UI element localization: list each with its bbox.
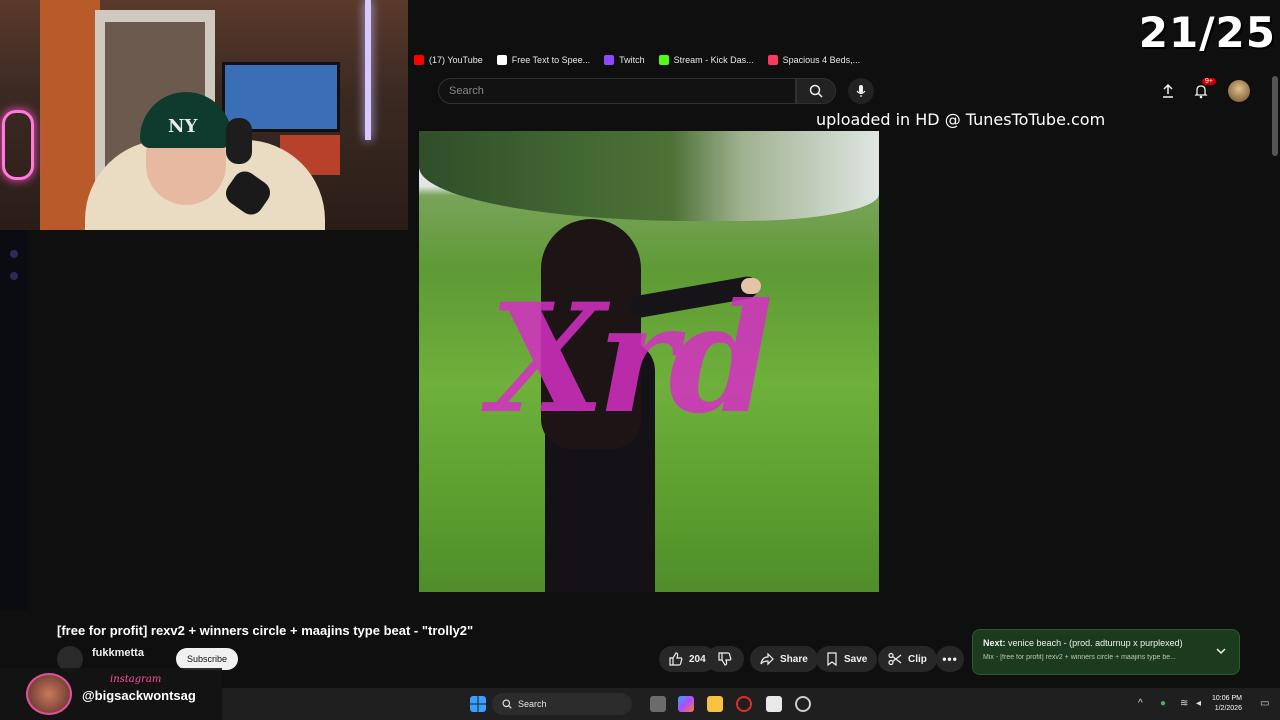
channel-name[interactable]: fukkmetta [92,647,144,659]
video-player[interactable]: Xrd [419,131,879,592]
task-view-icon[interactable] [650,696,666,712]
windows-taskbar: Search ^ ● ≋ ◂ 10:06 PM 1/2/2026 ▭ [222,688,1280,720]
clip-label: Clip [908,653,927,665]
clock-time: 10:06 PM [1212,695,1242,702]
share-button[interactable]: Share [750,646,818,672]
share-icon [760,652,774,666]
bell-icon [1194,85,1208,99]
up-next-prefix: Next: [983,638,1006,648]
page-icon [496,55,507,65]
like-count: 204 [689,653,706,665]
up-next-card[interactable]: Next: venice beach - (prod. adturnup x p… [972,629,1240,675]
bookmark-twitch[interactable]: Twitch [604,55,645,65]
dislike-button[interactable] [706,646,744,672]
search-placeholder: Search [449,85,484,97]
bookmark-airbnb[interactable]: Spacious 4 Beds,... [767,55,861,65]
up-next-title-row: Next: venice beach - (prod. adturnup x p… [983,638,1229,648]
thumbs-up-icon [669,652,683,666]
bookmark-label: Spacious 4 Beds,... [782,55,861,65]
search-icon [502,699,512,709]
instagram-overlay: instagram @bigsackwontsag [0,668,222,720]
bookmark-youtube[interactable]: (17) YouTube [414,55,483,65]
save-label: Save [844,653,868,665]
more-actions-button[interactable]: ••• [936,646,964,672]
cover-art-text: Xrd [489,271,773,447]
taskbar-search-label: Search [518,699,547,709]
clip-button[interactable]: Clip [878,646,937,672]
instagram-handle: @bigsackwontsag [82,688,196,703]
microphone-icon[interactable]: ● [1160,698,1166,709]
webcam-headset [226,118,252,164]
video-title: [free for profit] rexv2 + winners circle… [57,623,474,638]
youtube-icon [414,55,424,65]
store-icon[interactable] [766,696,782,712]
youtube-header: Search 9+ [408,72,1280,110]
notifications-button[interactable]: 9+ [1190,78,1216,102]
instagram-avatar [26,673,72,715]
page-scrollbar[interactable] [1272,76,1278,156]
up-next-title: venice beach - (prod. adturnup x purplex… [1008,638,1183,648]
bookmark-text-to-speech[interactable]: Free Text to Spee... [496,55,591,65]
video-watermark: uploaded in HD @ TunesToTube.com [816,110,1106,129]
chevron-down-icon[interactable] [1215,646,1227,656]
search-button[interactable] [796,78,836,104]
bookmark-kick[interactable]: Stream - Kick Das... [658,55,754,65]
webcam-overlay: NY [0,0,408,230]
more-horizontal-icon: ••• [942,652,958,666]
up-next-subtitle: Mix - [free for profit] rexv2 + winners … [983,654,1176,661]
wifi-icon[interactable]: ≋ [1180,698,1188,709]
subscribe-button[interactable]: Subscribe [176,648,238,670]
kick-icon [658,55,669,65]
search-input[interactable]: Search [438,78,796,104]
taskbar-search[interactable]: Search [492,693,632,715]
upload-button[interactable] [1157,80,1179,102]
windows-start-icon[interactable] [470,696,486,712]
microphone-icon [856,85,866,97]
sidebar-dot-icon [10,250,18,258]
clock[interactable]: 10:06 PM 1/2/2026 [1212,694,1242,714]
notification-badge: 9+ [1202,78,1216,85]
bookmark-label: Twitch [619,55,645,65]
airbnb-icon [767,55,778,65]
cap-logo: NY [168,116,198,137]
volume-icon[interactable]: ◂ [1196,698,1201,709]
treeline [419,131,879,221]
clock-date: 1/2/2026 [1214,705,1242,712]
webcam-strip-light [365,0,371,140]
bookmarks-bar: (17) YouTube Free Text to Spee... Twitch… [408,50,860,70]
bookmark-label: (17) YouTube [429,55,483,65]
save-button[interactable]: Save [816,646,878,672]
file-explorer-icon[interactable] [707,696,723,712]
chevron-up-icon[interactable]: ^ [1138,698,1143,709]
upload-icon [1163,83,1173,98]
left-panel [0,230,28,610]
screen: NY 21/25 (17) YouTube Free Text to Spee.… [0,0,1280,720]
twitch-icon [604,55,615,65]
instagram-label: instagram [110,674,162,685]
scissors-icon [888,652,902,666]
account-avatar[interactable] [1228,80,1250,102]
bookmark-label: Free Text to Spee... [511,55,591,65]
thumbs-down-icon [718,652,732,666]
score-counter: 21/25 [1138,8,1276,57]
bookmark-label: Stream - Kick Das... [673,55,754,65]
search-icon [809,84,823,98]
voice-search-button[interactable] [848,78,874,104]
app-icon[interactable] [795,696,811,712]
opera-icon[interactable] [736,696,752,712]
sidebar-dot-icon [10,272,18,280]
notifications-icon[interactable]: ▭ [1260,698,1269,709]
share-label: Share [780,653,808,665]
copilot-icon[interactable] [678,696,694,712]
bookmark-icon [827,652,837,666]
webcam-led-light [2,110,34,180]
